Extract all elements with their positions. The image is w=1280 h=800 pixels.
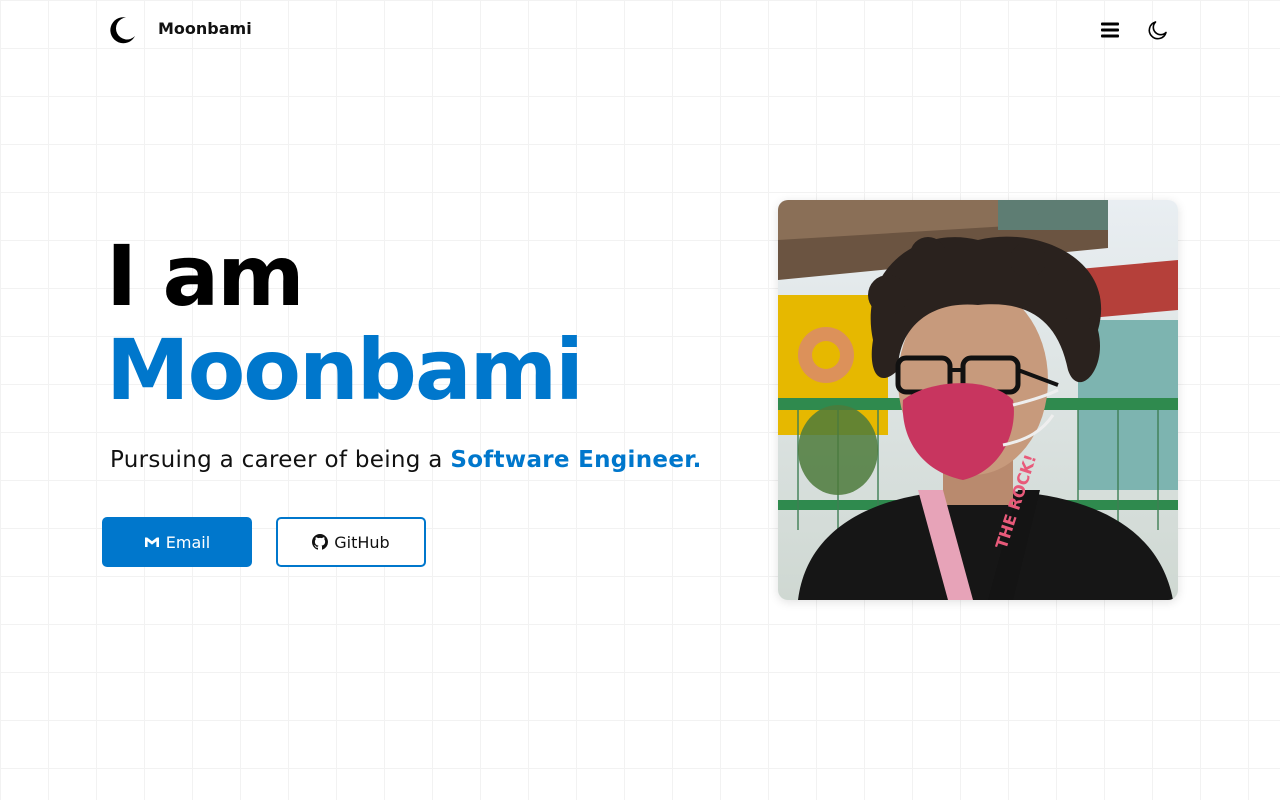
moon-theme-toggle-icon[interactable] [1146, 18, 1170, 42]
email-button[interactable]: Email [102, 517, 252, 567]
github-icon [312, 534, 329, 550]
tagline-highlight: Software Engineer. [450, 447, 702, 473]
portrait-photo: THE ROCK! [778, 200, 1178, 600]
hero-heading-name: Moonbami [106, 321, 584, 419]
hero-heading-line1: I am [106, 227, 305, 325]
github-button[interactable]: GitHub [276, 517, 426, 567]
brand-name[interactable]: Moonbami [158, 19, 252, 38]
gmail-icon [144, 534, 160, 550]
email-button-label: Email [165, 532, 211, 552]
tagline-prefix: Pursuing a career of being a [110, 447, 451, 473]
hero-tagline: Pursuing a career of being a Software En… [110, 447, 702, 473]
navbar: Moonbami [0, 0, 1280, 60]
github-button-label: GitHub [334, 532, 390, 552]
hamburger-menu-icon[interactable] [1098, 18, 1122, 42]
crescent-moon-icon[interactable] [106, 14, 138, 46]
